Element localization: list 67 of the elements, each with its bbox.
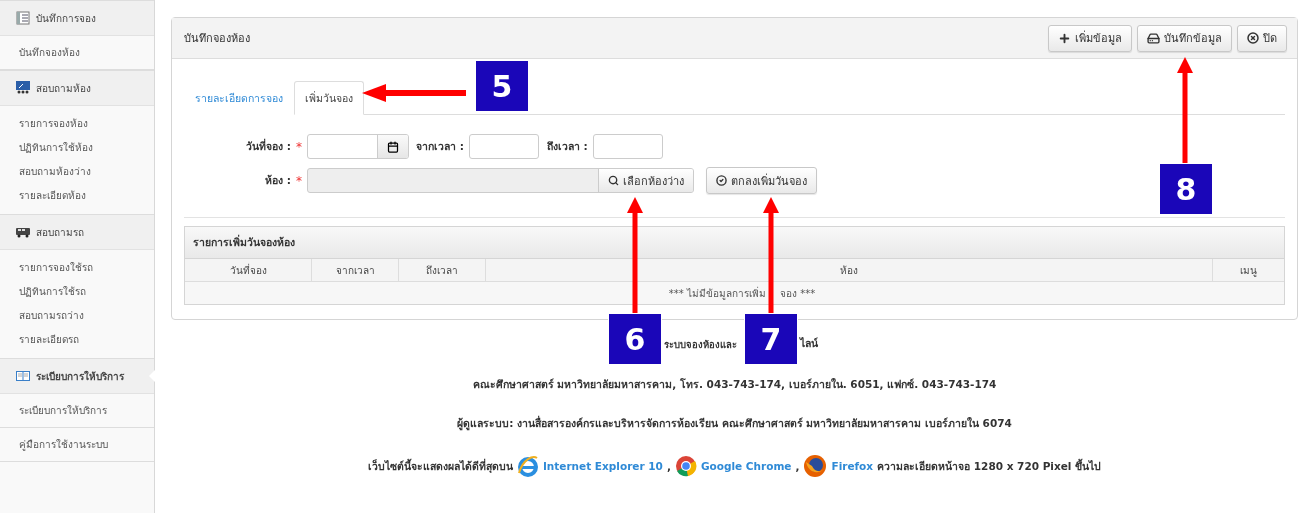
- sidebar-section-header[interactable]: สอบถามห้อง: [0, 70, 154, 106]
- toolbar-button[interactable]: เพิ่มข้อมูล: [1048, 24, 1132, 52]
- bus-icon: [16, 225, 30, 239]
- sidebar-item[interactable]: สอบถามรถว่าง: [0, 304, 154, 328]
- sidebar-item[interactable]: รายการจองห้อง: [0, 112, 154, 136]
- browser-icon: [803, 454, 828, 478]
- sidebar-item[interactable]: รายละเอียดรถ: [0, 328, 154, 352]
- field-label: วันที่จอง :: [245, 138, 291, 154]
- browser-icon: [516, 455, 539, 477]
- required-mark: *: [296, 139, 302, 154]
- notebook-icon: [16, 11, 30, 25]
- browser-link[interactable]: Firefox: [831, 460, 874, 472]
- tab[interactable]: เพิ่มวันจอง: [294, 81, 364, 115]
- date-field[interactable]: [307, 134, 409, 159]
- room-field[interactable]: เลือกห้องว่าง: [307, 168, 694, 193]
- toolbar-button[interactable]: บันทึกข้อมูล: [1137, 24, 1232, 52]
- sidebar-item[interactable]: รายละเอียดห้อง: [0, 184, 154, 208]
- column-header: ถึงเวลา: [399, 259, 486, 281]
- sidebar-item[interactable]: สอบถามห้องว่าง: [0, 160, 154, 184]
- admin-text: ผู้ดูแลระบบ: งานสื่อสารองค์กรและบริหารจัดการห้องเรียน คณะศึกษาศาสตร์ มหาวิทยาลัยมหาสารคาม เบอร์ภายใน 6074: [457, 415, 1012, 432]
- callout-number: 6: [608, 313, 662, 365]
- sidebar-item[interactable]: ปฏิทินการใช้ห้อง: [0, 136, 154, 160]
- sidebar-item[interactable]: ปฏิทินการใช้รถ: [0, 280, 154, 304]
- empty-message: *** ไม่มีข้อมูลการเพิ่ม: [668, 285, 766, 301]
- field-label: จากเวลา :: [416, 139, 464, 154]
- plus-icon: [1058, 31, 1071, 45]
- sidebar-section-header[interactable]: ระเบียบการให้บริการ: [0, 358, 154, 394]
- callout-number: 7: [744, 313, 798, 365]
- toolbar-button[interactable]: ปิด: [1237, 24, 1287, 52]
- callout-number: 5: [475, 60, 529, 112]
- time-field[interactable]: [592, 134, 663, 159]
- calendar-button[interactable]: [377, 135, 408, 158]
- drive-icon: [1147, 31, 1160, 45]
- separator-text: ,: [666, 460, 671, 472]
- sidebar-item[interactable]: ระเบียบการให้บริการ: [0, 394, 154, 428]
- calendar-icon: [387, 140, 399, 153]
- callout-number: 8: [1159, 163, 1213, 215]
- footer-title: ไลน์: [800, 336, 818, 351]
- sidebar-item[interactable]: รายการจองใช้รถ: [0, 256, 154, 280]
- required-mark: *: [296, 173, 302, 188]
- field-label: ถึงเวลา :: [546, 139, 588, 154]
- classroom-icon: [16, 81, 30, 95]
- browser-link[interactable]: Internet Explorer 10: [542, 460, 663, 472]
- sidebar-section-header[interactable]: บันทึกการจอง: [0, 0, 154, 36]
- search-icon: [608, 175, 619, 186]
- column-header: จากเวลา: [312, 259, 399, 281]
- separator-text: ,: [795, 460, 800, 472]
- browser-icon: [674, 455, 697, 477]
- panel-title: บันทึกจองห้อง: [184, 31, 250, 47]
- field-label: ห้อง :: [264, 173, 291, 188]
- column-header: เมนู: [1239, 263, 1258, 279]
- book-icon: [16, 369, 30, 383]
- column-header: วันที่จอง: [185, 259, 312, 281]
- browser-link[interactable]: Google Chrome: [700, 460, 792, 472]
- empty-message: จอง ***: [780, 286, 817, 301]
- table-title: รายการเพิ่มวันจองห้อง: [185, 227, 1284, 259]
- close-icon: [1247, 32, 1259, 44]
- sidebar-item[interactable]: คู่มือการใช้งานระบบ: [0, 428, 154, 462]
- pick-room-button[interactable]: เลือกห้องว่าง: [598, 169, 693, 192]
- confirm-button[interactable]: ตกลงเพิ่มวันจอง: [706, 167, 817, 194]
- footer-title: ระบบจองห้องและ: [664, 338, 738, 352]
- time-field[interactable]: [468, 134, 539, 159]
- browser-note: เว็บไซต์นี้จะแสดงผลได้ดีที่สุดบน: [367, 457, 513, 475]
- contact-text: คณะศึกษาศาสตร์ มหาวิทยาลัยมหาสารคาม, โทร. 043-743-174, เบอร์ภายใน. 6051, แฟกซ์. 043-743-174: [472, 377, 997, 392]
- check-icon: [716, 175, 727, 186]
- browser-note: ความละเอียดหน้าจอ 1280 x 720 Pixel ขึ้นไป: [877, 457, 1102, 474]
- sidebar-section-header[interactable]: สอบถามรถ: [0, 214, 154, 250]
